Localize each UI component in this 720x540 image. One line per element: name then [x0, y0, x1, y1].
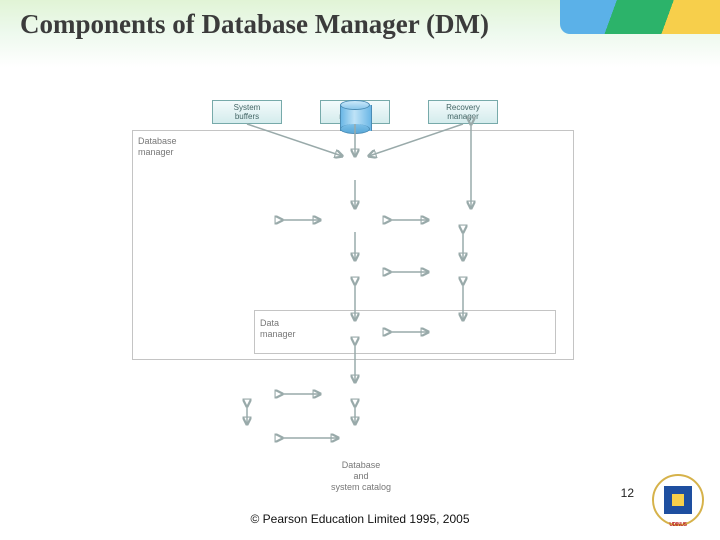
label-db-catalog: Databaseandsystem catalog — [326, 460, 396, 492]
page-number: 12 — [621, 486, 634, 500]
cylinder-database — [340, 100, 370, 134]
group-data-manager — [254, 310, 556, 354]
logo-brand: UDINUS — [652, 522, 704, 528]
label-data-manager: Datamanager — [260, 318, 296, 340]
copyright-text: © Pearson Education Limited 1995, 2005 — [0, 512, 720, 526]
box-system-buffers: Systembuffers — [212, 100, 282, 124]
slide-title: Components of Database Manager (DM) — [20, 8, 620, 40]
dm-diagram: Databasemanager Datamanager Programobjec… — [120, 100, 600, 480]
university-logo: UDINUS — [652, 474, 704, 526]
box-recovery-manager: Recoverymanager — [428, 100, 498, 124]
label-database-manager: Databasemanager — [138, 136, 177, 158]
